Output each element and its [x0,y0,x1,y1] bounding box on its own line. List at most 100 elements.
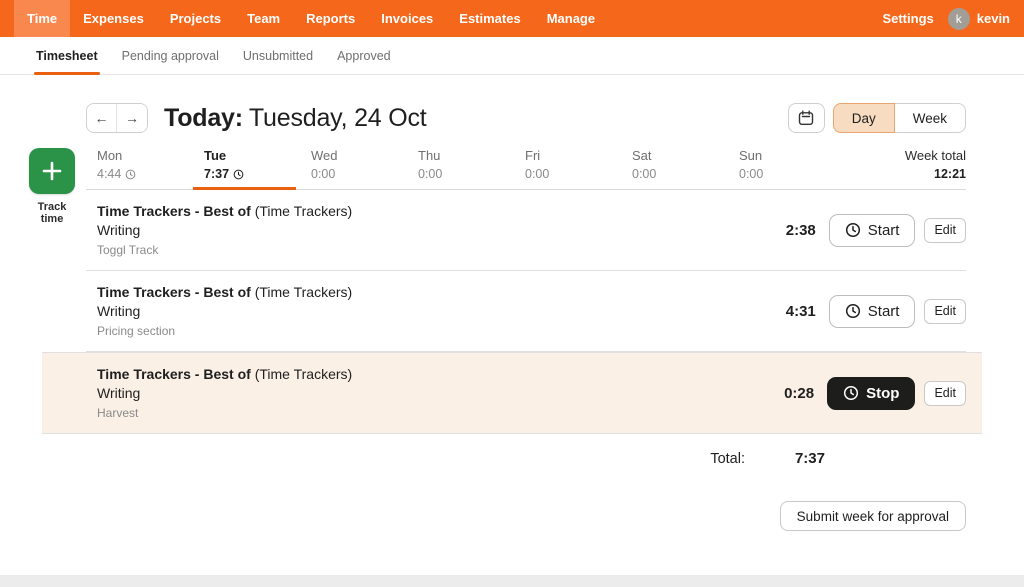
day-column-tue[interactable]: Tue 7:37 [193,148,300,181]
start-timer-button[interactable]: Start [829,295,916,328]
week-view-button[interactable]: Week [895,103,966,133]
entry-actions: 2:38 Start Edit [764,214,966,247]
day-view-button[interactable]: Day [833,103,895,133]
week-day-header: Mon4:44Tue7:37Wed0:00Thu0:00Fri0:00Sat0:… [86,148,966,190]
entry-info: Time Trackers - Best of (Time Trackers) W… [86,366,352,420]
day-time: 0:00 [525,167,621,181]
top-navigation-bar: TimeExpensesProjectsTeamReportsInvoicesE… [0,0,1024,37]
day-column-fri[interactable]: Fri0:00 [514,148,621,181]
entry-task: Writing [97,222,352,238]
settings-link[interactable]: Settings [878,11,937,26]
avatar: k [948,8,970,30]
entry-project: Time Trackers - Best of [97,284,255,300]
clock-icon [845,222,861,238]
day-name: Sun [739,148,835,163]
tab-timesheet[interactable]: Timesheet [24,37,110,74]
nav-item-time[interactable]: Time [14,0,70,37]
calendar-button[interactable] [788,103,825,133]
nav-item-team[interactable]: Team [234,0,293,37]
timer-button-label: Stop [866,385,899,402]
tab-unsubmitted[interactable]: Unsubmitted [231,37,325,74]
track-time-button[interactable]: Track time [26,148,78,225]
window-bottom-edge [0,575,1024,587]
total-label: Total: [710,451,745,467]
time-entry-row: Time Trackers - Best of (Time Trackers) W… [42,352,982,434]
entry-time: 0:28 [762,385,814,402]
entry-info: Time Trackers - Best of (Time Trackers) W… [86,284,352,338]
time-entry-row: Time Trackers - Best of (Time Trackers) W… [86,190,966,271]
submit-row: Submit week for approval [86,501,966,531]
day-name: Mon [97,148,193,163]
edit-entry-button[interactable]: Edit [924,381,966,406]
clock-icon [845,303,861,319]
day-total-row: Total: 7:37 [86,434,966,483]
title-prefix: Today: [164,104,243,132]
tab-pending-approval[interactable]: Pending approval [110,37,231,74]
day-name: Sat [632,148,728,163]
day-column-wed[interactable]: Wed0:00 [300,148,407,181]
time-entry-row: Time Trackers - Best of (Time Trackers) W… [86,271,966,352]
page-title: Today:Tuesday, 24 Oct [164,104,427,133]
entry-note: Harvest [97,406,352,420]
date-nav-arrows: ← → [86,103,148,133]
clock-icon [125,169,136,180]
nav-item-projects[interactable]: Projects [157,0,234,37]
day-column-mon[interactable]: Mon4:44 [86,148,193,181]
tab-approved[interactable]: Approved [325,37,403,74]
entry-project: Time Trackers - Best of [97,366,255,382]
nav-item-invoices[interactable]: Invoices [368,0,446,37]
edit-entry-button[interactable]: Edit [924,218,966,243]
entry-project-client: Time Trackers - Best of (Time Trackers) [97,203,352,219]
stop-timer-button[interactable]: Stop [827,377,915,410]
entry-actions: 0:28 Stop Edit [762,377,966,410]
entry-task: Writing [97,303,352,319]
date-header-row: ← → Today:Tuesday, 24 Oct Day Week [86,100,966,136]
day-column-thu[interactable]: Thu0:00 [407,148,514,181]
week-total-label: Week total [835,148,966,163]
plus-icon [29,148,75,194]
nav-item-estimates[interactable]: Estimates [446,0,533,37]
week-total: Week total 12:21 [835,148,966,181]
timer-button-label: Start [868,222,900,239]
title-date: Tuesday, 24 Oct [249,104,427,132]
entry-project-client: Time Trackers - Best of (Time Trackers) [97,366,352,382]
day-name: Wed [311,148,407,163]
clock-icon [843,385,859,401]
clock-icon [233,169,244,180]
time-entries-list: Time Trackers - Best of (Time Trackers) W… [86,190,966,434]
entry-task: Writing [97,385,352,401]
entry-note: Pricing section [97,324,352,338]
user-menu[interactable]: k kevin [948,8,1010,30]
entry-client: (Time Trackers) [255,284,352,300]
day-name: Tue [204,148,300,163]
entry-client: (Time Trackers) [255,366,352,382]
track-time-label: Track time [26,201,78,225]
username-label: kevin [977,11,1010,26]
topbar-right: Settings k kevin [878,0,1010,37]
timesheet-subnav: TimesheetPending approvalUnsubmittedAppr… [0,37,1024,75]
submit-week-button[interactable]: Submit week for approval [780,501,966,531]
day-time: 7:37 [204,167,300,181]
day-time: 0:00 [739,167,835,181]
day-column-sat[interactable]: Sat 0:00 [621,148,728,181]
next-day-button[interactable]: → [117,104,147,132]
edit-entry-button[interactable]: Edit [924,299,966,324]
calendar-icon [798,110,814,126]
previous-day-button[interactable]: ← [87,104,117,132]
day-week-toggle: Day Week [833,103,966,133]
nav-item-reports[interactable]: Reports [293,0,368,37]
entry-project-client: Time Trackers - Best of (Time Trackers) [97,284,352,300]
nav-item-manage[interactable]: Manage [534,0,608,37]
day-time: 0:00 [632,167,728,181]
main-content: Track time ← → Today:Tuesday, 24 Oct Day… [0,75,1024,531]
start-timer-button[interactable]: Start [829,214,916,247]
entry-client: (Time Trackers) [255,203,352,219]
nav-item-expenses[interactable]: Expenses [70,0,157,37]
day-column-sun[interactable]: Sun 0:00 [728,148,835,181]
timer-button-label: Start [868,303,900,320]
entry-time: 4:31 [764,303,816,320]
week-total-value: 12:21 [835,167,966,181]
entry-time: 2:38 [764,222,816,239]
entry-info: Time Trackers - Best of (Time Trackers) W… [86,203,352,257]
entry-project: Time Trackers - Best of [97,203,255,219]
